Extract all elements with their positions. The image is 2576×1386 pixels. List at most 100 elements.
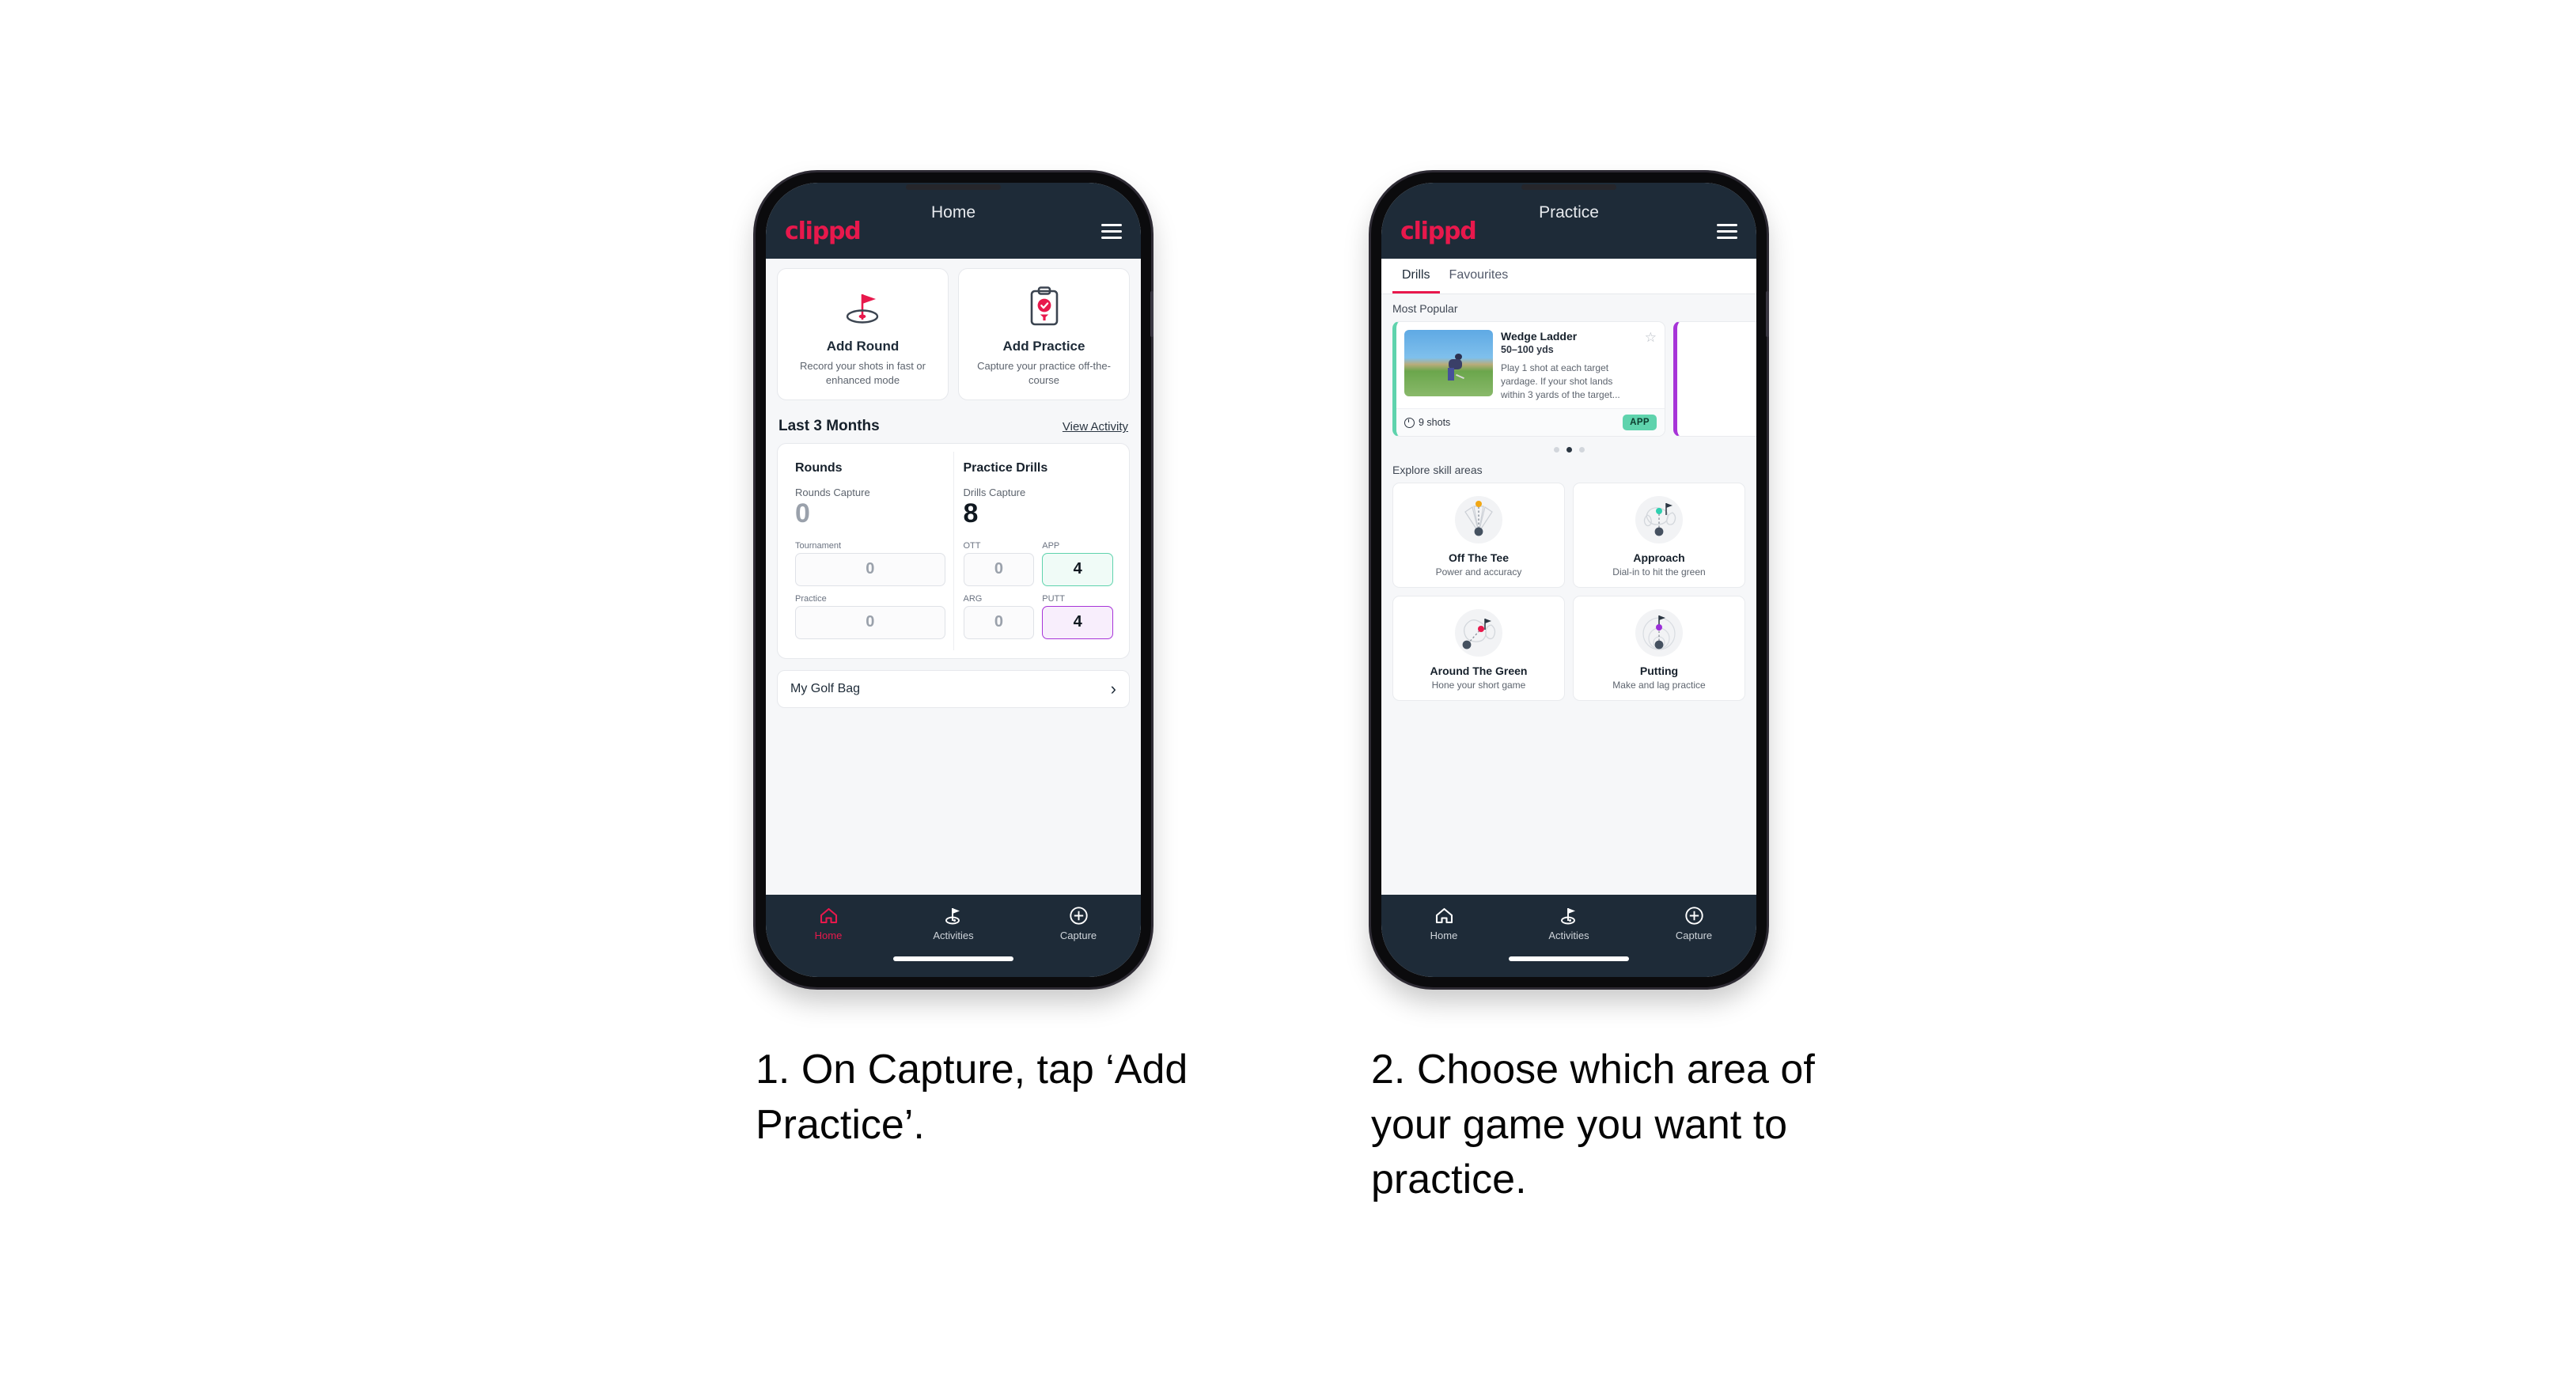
drills-capture-value: 8 (963, 498, 979, 529)
clipboard-check-tee-icon (967, 283, 1121, 331)
golfer-figure (1448, 354, 1465, 381)
rounds-capture-label: Rounds Capture (795, 487, 870, 499)
practice-drills-column: Practice Drills Drills Capture 8 OTT 0 A… (953, 452, 1122, 650)
skill-name: Putting (1639, 665, 1679, 678)
hamburger-icon[interactable] (1101, 223, 1122, 239)
rounds-tournament-label: Tournament (795, 540, 842, 551)
drill-carousel[interactable]: Wedge Ladder 50–100 yds Play 1 shot at e… (1381, 321, 1756, 437)
caption-step-2: 2. Choose which area of your game you wa… (1371, 1047, 1815, 1203)
last-3-months-header: Last 3 Months View Activity (778, 418, 1128, 435)
section-title: Last 3 Months (778, 418, 880, 435)
rounds-capture-value: 0 (795, 498, 810, 529)
drill-description: Play 1 shot at each target yardage. If y… (1501, 362, 1620, 401)
drill-card-next-peek[interactable] (1673, 321, 1756, 437)
home-indicator (1509, 956, 1629, 961)
tab-drills[interactable]: Drills (1392, 259, 1440, 293)
nav-activities-label: Activities (1548, 930, 1589, 941)
add-practice-title: Add Practice (1002, 339, 1085, 354)
nav-capture[interactable]: Capture (1631, 904, 1756, 941)
carousel-dot[interactable] (1553, 447, 1559, 453)
nav-activities[interactable]: Activities (891, 904, 1016, 941)
rounds-practice-value[interactable]: 0 (795, 605, 945, 639)
skill-sub: Hone your short game (1431, 680, 1526, 691)
nav-capture[interactable]: Capture (1016, 904, 1141, 941)
clippd-logo[interactable]: clippd (1400, 218, 1477, 245)
phone2-bottom-nav: Home Activities Capture (1381, 895, 1756, 977)
drill-yardage: 50–100 yds (1501, 344, 1554, 355)
drill-shots-label: 9 shots (1419, 417, 1451, 429)
drills-title: Practice Drills (963, 461, 1048, 475)
golf-flag-hole-icon (786, 283, 940, 331)
view-activity-link[interactable]: View Activity (1063, 420, 1128, 434)
drills-app-value[interactable]: 4 (1042, 552, 1113, 586)
rounds-practice: Practice 0 (795, 594, 945, 639)
home-icon (1381, 904, 1506, 926)
chevron-right-icon: › (1110, 678, 1116, 699)
tab-favourites[interactable]: Favourites (1440, 259, 1518, 293)
skill-name: Off The Tee (1449, 551, 1509, 565)
phone1-bottom-nav: Home Activities Capture (766, 895, 1141, 977)
hamburger-icon[interactable] (1717, 223, 1737, 239)
phone-speaker (906, 184, 1001, 190)
phone-side-button (1766, 291, 1769, 337)
nav-capture-label: Capture (1059, 930, 1097, 941)
carousel-dot[interactable] (1578, 447, 1585, 453)
drill-card-meta: Wedge Ladder 50–100 yds Play 1 shot at e… (1501, 330, 1657, 402)
skill-card-off-the-tee[interactable]: Off The Tee Power and accuracy (1392, 483, 1565, 589)
skill-card-putting[interactable]: Putting Make and lag practice (1573, 596, 1745, 702)
nav-activities[interactable]: Activities (1506, 904, 1631, 941)
add-practice-card[interactable]: Add Practice Capture your practice off-t… (958, 268, 1130, 401)
nav-capture-label: Capture (1675, 930, 1713, 941)
golf-flag-icon (891, 904, 1016, 926)
my-golf-bag-row[interactable]: My Golf Bag › (777, 669, 1130, 708)
skill-sub: Power and accuracy (1435, 566, 1522, 578)
quick-actions-row: Add Round Record your shots in fast or e… (777, 268, 1130, 401)
skill-card-around-the-green[interactable]: Around The Green Hone your short game (1392, 596, 1565, 702)
drill-card[interactable]: Wedge Ladder 50–100 yds Play 1 shot at e… (1392, 321, 1665, 437)
skill-sub: Make and lag practice (1612, 680, 1706, 691)
drill-name: Wedge Ladder (1501, 330, 1578, 343)
plus-circle-icon (1016, 904, 1141, 926)
drills-putt-value[interactable]: 4 (1042, 605, 1113, 639)
add-round-title: Add Round (826, 339, 900, 354)
golfer-chipping-photo (1404, 330, 1493, 396)
drill-tag-badge: APP (1623, 415, 1657, 431)
caption-step-1: 1. On Capture, tap ‘Add Practice’. (756, 1047, 1188, 1148)
nav-activities-label: Activities (933, 930, 974, 941)
add-practice-subtitle: Capture your practice off-the-course (977, 360, 1111, 386)
golf-flag-icon (1506, 904, 1631, 926)
skill-card-approach[interactable]: Approach Dial-in to hit the green (1573, 483, 1745, 589)
app-header: clippd Practice (1381, 183, 1756, 259)
phone1-screen: clippd Home Add Round Record your shots … (766, 183, 1141, 977)
drills-arg-value[interactable]: 0 (963, 605, 1035, 639)
clippd-logo[interactable]: clippd (785, 218, 862, 245)
drills-app: APP 4 (1042, 541, 1113, 586)
stats-card: Rounds Rounds Capture 0 Tournament 0 Pra… (777, 443, 1130, 659)
plus-circle-icon (1631, 904, 1756, 926)
star-outline-icon[interactable]: ☆ (1645, 330, 1657, 346)
drills-arg: ARG 0 (963, 593, 1035, 639)
carousel-dot-active[interactable] (1566, 447, 1572, 453)
phone-mockup-practice: clippd Practice Drills Favourites Most P… (1371, 172, 1769, 987)
drills-ott-value[interactable]: 0 (963, 552, 1035, 586)
drills-putt: PUTT 4 (1042, 594, 1113, 639)
skill-sub: Dial-in to hit the green (1612, 566, 1706, 578)
explore-skill-areas-label: Explore skill areas (1392, 464, 1483, 477)
drill-card-top: Wedge Ladder 50–100 yds Play 1 shot at e… (1396, 322, 1665, 408)
drill-card-footer: 9 shots APP (1396, 408, 1665, 437)
nav-home[interactable]: Home (1381, 904, 1506, 941)
drills-breakdown: OTT 0 APP 4 ARG 0 PUTT 4 (963, 541, 1113, 639)
add-round-subtitle: Record your shots in fast or enhanced mo… (800, 360, 926, 386)
rounds-tournament: Tournament 0 (795, 541, 945, 586)
rounds-tournament-value[interactable]: 0 (795, 552, 945, 586)
practice-tabs: Drills Favourites (1381, 259, 1756, 294)
home-icon (766, 904, 891, 926)
skill-name: Around The Green (1430, 665, 1528, 678)
nav-home[interactable]: Home (766, 904, 891, 941)
nav-home-label: Home (814, 930, 843, 941)
my-golf-bag-label: My Golf Bag (790, 681, 861, 695)
add-round-card[interactable]: Add Round Record your shots in fast or e… (777, 268, 949, 401)
carousel-dots (1381, 447, 1756, 453)
off-the-tee-icon (1400, 493, 1558, 547)
drills-arg-label: ARG (963, 593, 983, 604)
